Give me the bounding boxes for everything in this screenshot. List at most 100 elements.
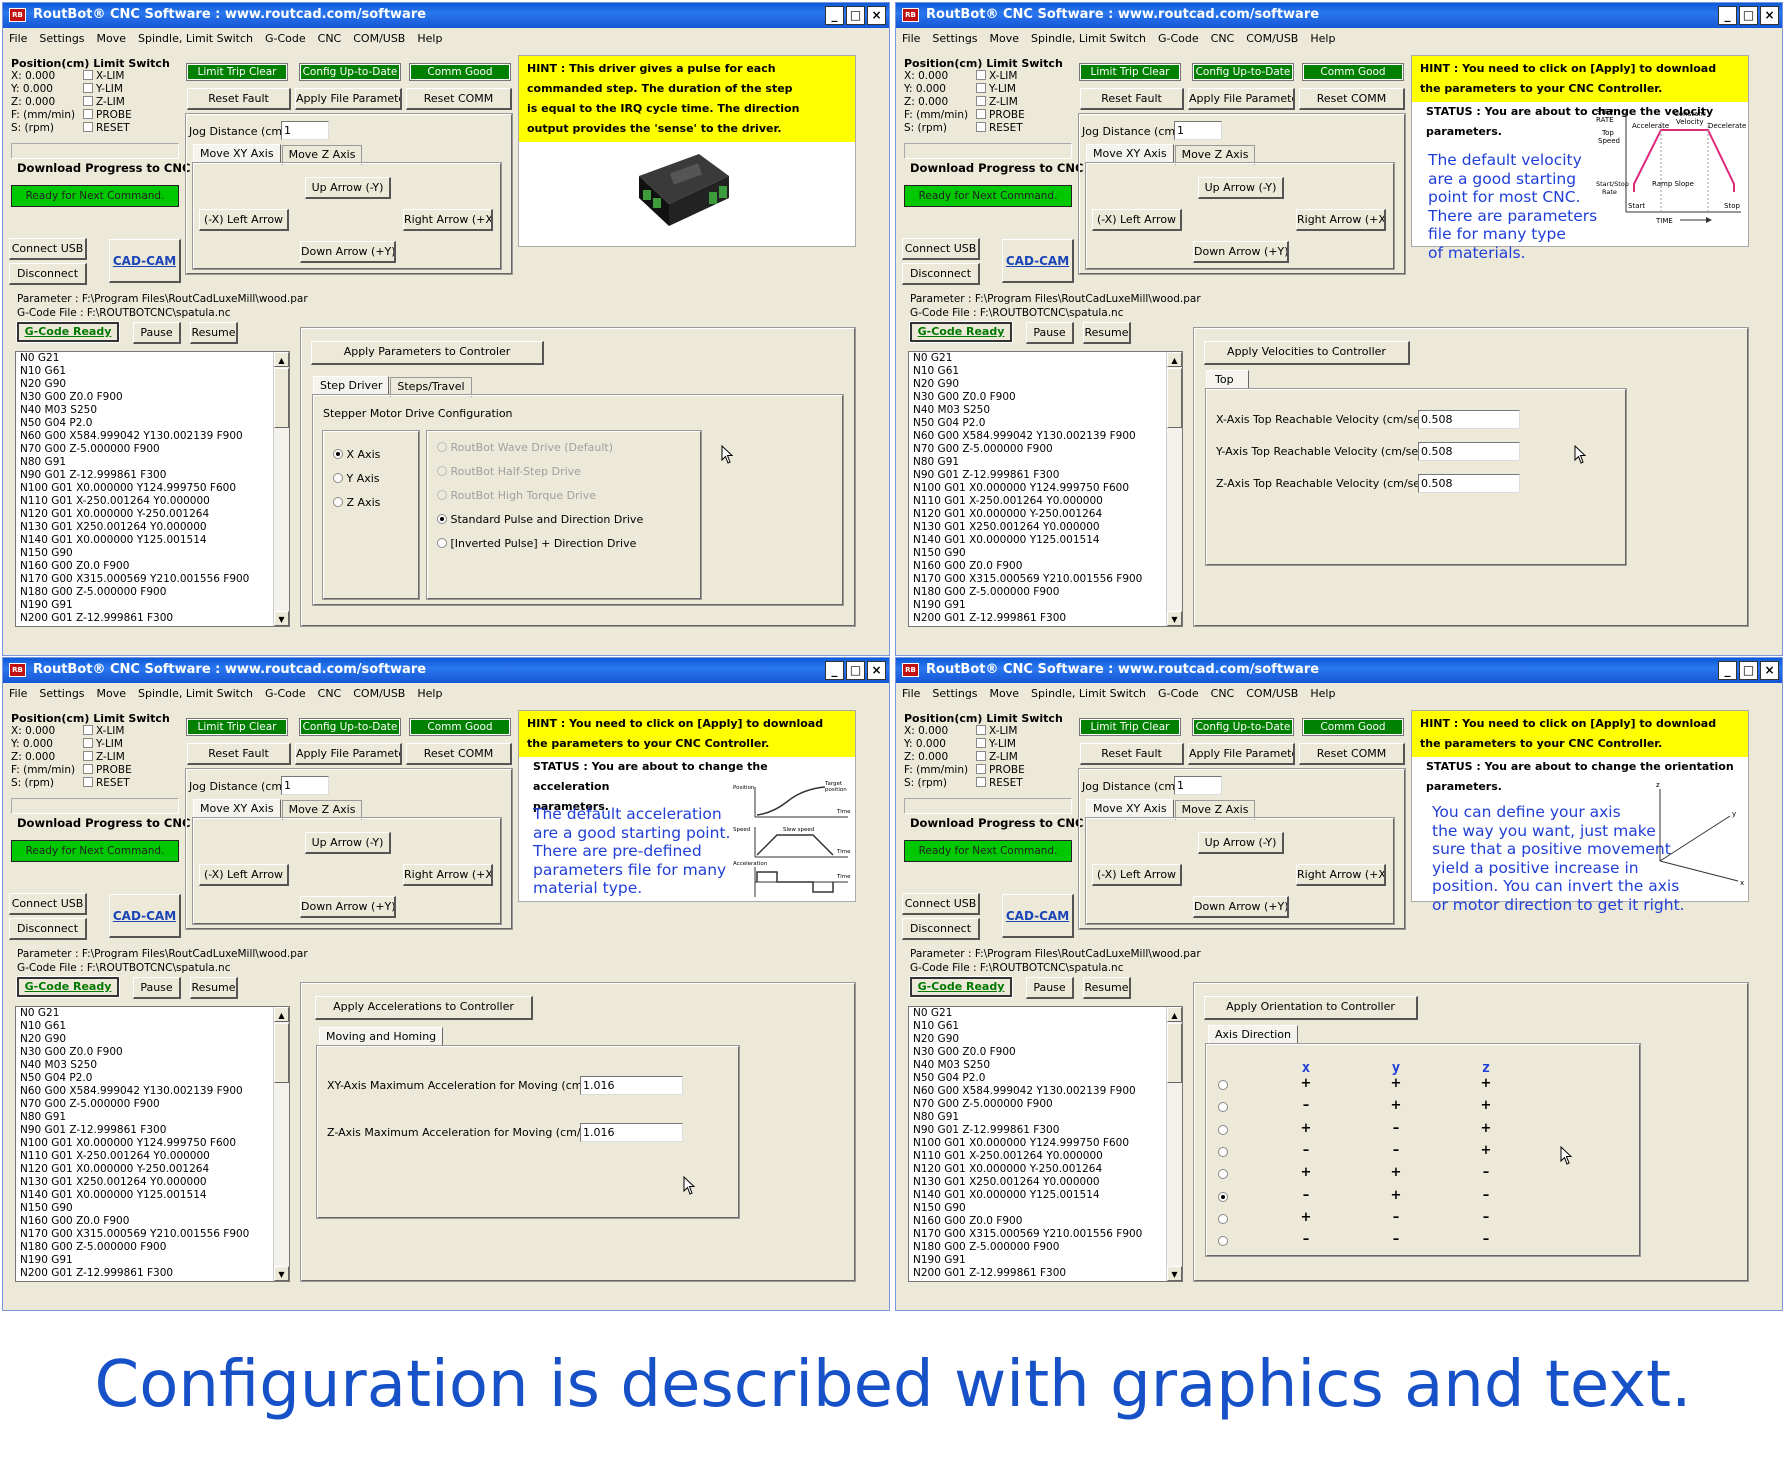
connect-usb-button[interactable]: Connect USB	[9, 238, 87, 260]
menu-item[interactable]: G-Code	[259, 30, 312, 48]
jog-right-button[interactable]: Right Arrow (+X)	[1296, 864, 1386, 886]
maximize-button[interactable]: □	[1739, 661, 1758, 680]
config-status-button[interactable]: Config Up-to-Date	[1192, 718, 1294, 736]
cad-cam-button[interactable]: CAD-CAM	[109, 239, 181, 283]
limit-switch-checkbox[interactable]: Z-LIM	[83, 751, 125, 764]
config-status-button[interactable]: Config Up-to-Date	[1192, 63, 1294, 81]
jog-down-button[interactable]: Down Arrow (+Y)	[1193, 241, 1289, 263]
tab-top[interactable]: Top	[1206, 370, 1249, 390]
scroll-thumb[interactable]	[274, 368, 289, 428]
comm-status-button[interactable]: Comm Good	[1302, 718, 1404, 736]
scroll-down-icon[interactable]: ▼	[1167, 611, 1182, 626]
cad-cam-button[interactable]: CAD-CAM	[1002, 894, 1074, 938]
jog-distance-input[interactable]: 1	[1174, 121, 1222, 140]
menu-item[interactable]: CNC	[1205, 685, 1241, 703]
menu-item[interactable]: Settings	[926, 30, 983, 48]
close-button[interactable]: ×	[867, 661, 886, 680]
apply-file-parameters-button[interactable]: Apply File Parameters	[295, 88, 402, 110]
menu-item[interactable]: CNC	[312, 685, 348, 703]
limit-switch-checkbox[interactable]: Z-LIM	[976, 751, 1018, 764]
menu-item[interactable]: Settings	[33, 30, 90, 48]
pause-button[interactable]: Pause	[1026, 977, 1074, 999]
limit-switch-checkbox[interactable]: X-LIM	[83, 70, 124, 83]
jog-down-button[interactable]: Down Arrow (+Y)	[300, 896, 396, 918]
apply-file-parameters-button[interactable]: Apply File Parameters	[1188, 743, 1295, 765]
menu-item[interactable]: Move	[91, 685, 133, 703]
menu-item[interactable]: File	[3, 685, 33, 703]
minimize-button[interactable]: _	[1718, 6, 1737, 25]
gcode-list[interactable]: N0 G21 N10 G61 N20 G90 N30 G00 Z0.0 F900 N40…	[15, 351, 290, 627]
tab-move-xy[interactable]: Move XY Axis	[193, 799, 281, 819]
resume-button[interactable]: Resume	[190, 322, 238, 344]
limit-switch-checkbox[interactable]: Y-LIM	[83, 738, 123, 751]
maximize-button[interactable]: □	[846, 661, 865, 680]
gcode-scrollbar[interactable]: ▲ ▼	[1166, 352, 1182, 626]
close-button[interactable]: ×	[867, 6, 886, 25]
jog-down-button[interactable]: Down Arrow (+Y)	[300, 241, 396, 263]
scroll-down-icon[interactable]: ▼	[274, 1266, 289, 1281]
disconnect-button[interactable]: Disconnect	[9, 918, 87, 940]
menu-item[interactable]: COM/USB	[1240, 685, 1304, 703]
limit-switch-checkbox[interactable]: PROBE	[976, 109, 1025, 122]
jog-up-button[interactable]: Up Arrow (-Y)	[1198, 177, 1284, 199]
jog-right-button[interactable]: Right Arrow (+X)	[403, 864, 493, 886]
tab-move-xy[interactable]: Move XY Axis	[1086, 144, 1174, 164]
limit-switch-checkbox[interactable]: Z-LIM	[83, 96, 125, 109]
gcode-scrollbar[interactable]: ▲ ▼	[273, 1007, 289, 1281]
drive-type-radio[interactable]: RoutBot Wave Drive (Default)	[437, 441, 613, 454]
jog-up-button[interactable]: Up Arrow (-Y)	[305, 832, 391, 854]
orientation-radio[interactable]	[1218, 1146, 1228, 1159]
drive-type-radio[interactable]: Standard Pulse and Direction Drive	[437, 513, 643, 526]
acceleration-input[interactable]: 1.016	[580, 1123, 683, 1142]
reset-fault-button[interactable]: Reset Fault	[1080, 88, 1184, 110]
velocity-input[interactable]: 0.508	[1418, 410, 1520, 429]
close-button[interactable]: ×	[1760, 661, 1779, 680]
limit-switch-checkbox[interactable]: X-LIM	[976, 70, 1017, 83]
limit-switch-checkbox[interactable]: PROBE	[976, 764, 1025, 777]
menu-item[interactable]: G-Code	[1152, 30, 1205, 48]
gcode-ready-button[interactable]: G-Code Ready	[16, 321, 120, 343]
scroll-down-icon[interactable]: ▼	[1167, 1266, 1182, 1281]
limit-trip-clear-button[interactable]: Limit Trip Clear	[1079, 63, 1181, 81]
menu-item[interactable]: Settings	[926, 685, 983, 703]
apply-accelerations-button[interactable]: Apply Accelerations to Controller	[315, 996, 533, 1020]
orientation-radio[interactable]	[1218, 1079, 1228, 1092]
resume-button[interactable]: Resume	[1083, 977, 1131, 999]
scroll-thumb[interactable]	[274, 1023, 289, 1083]
scroll-thumb[interactable]	[1167, 1023, 1182, 1083]
title-bar[interactable]: RB RoutBot® CNC Software : www.routcad.c…	[3, 3, 889, 28]
drive-type-radio[interactable]: RoutBot High Torque Drive	[437, 489, 596, 502]
tab-move-z[interactable]: Move Z Axis	[1174, 800, 1256, 820]
limit-switch-checkbox[interactable]: RESET	[83, 122, 130, 135]
disconnect-button[interactable]: Disconnect	[902, 263, 980, 285]
jog-left-button[interactable]: (-X) Left Arrow	[199, 864, 289, 886]
reset-comm-button[interactable]: Reset COMM	[406, 88, 512, 110]
jog-distance-input[interactable]: 1	[281, 776, 329, 795]
tab-move-z[interactable]: Move Z Axis	[1174, 145, 1256, 165]
orientation-radio[interactable]	[1218, 1168, 1228, 1181]
drive-type-radio[interactable]: RoutBot Half-Step Drive	[437, 465, 581, 478]
jog-up-button[interactable]: Up Arrow (-Y)	[1198, 832, 1284, 854]
tab-steps-travel[interactable]: Steps/Travel	[390, 377, 472, 397]
tab-move-xy[interactable]: Move XY Axis	[1086, 799, 1174, 819]
apply-parameters-button[interactable]: Apply Parameters to Controler	[311, 341, 544, 365]
gcode-ready-button[interactable]: G-Code Ready	[909, 976, 1013, 998]
tab-step-driver[interactable]: Step Driver	[313, 376, 390, 396]
limit-trip-clear-button[interactable]: Limit Trip Clear	[1079, 718, 1181, 736]
menu-item[interactable]: G-Code	[1152, 685, 1205, 703]
orientation-radio[interactable]	[1218, 1213, 1228, 1226]
cad-cam-button[interactable]: CAD-CAM	[109, 894, 181, 938]
tab-move-z[interactable]: Move Z Axis	[281, 145, 363, 165]
resume-button[interactable]: Resume	[190, 977, 238, 999]
gcode-list[interactable]: N0 G21 N10 G61 N20 G90 N30 G00 Z0.0 F900 N40…	[908, 351, 1183, 627]
tab-move-z[interactable]: Move Z Axis	[281, 800, 363, 820]
menu-item[interactable]: Spindle, Limit Switch	[1025, 30, 1152, 48]
menu-item[interactable]: File	[896, 685, 926, 703]
gcode-ready-button[interactable]: G-Code Ready	[909, 321, 1013, 343]
orientation-radio[interactable]	[1218, 1235, 1228, 1248]
apply-file-parameters-button[interactable]: Apply File Parameters	[295, 743, 402, 765]
orientation-radio[interactable]	[1218, 1191, 1228, 1204]
menu-item[interactable]: COM/USB	[1240, 30, 1304, 48]
config-status-button[interactable]: Config Up-to-Date	[299, 63, 401, 81]
gcode-list[interactable]: N0 G21 N10 G61 N20 G90 N30 G00 Z0.0 F900 N40…	[15, 1006, 290, 1282]
